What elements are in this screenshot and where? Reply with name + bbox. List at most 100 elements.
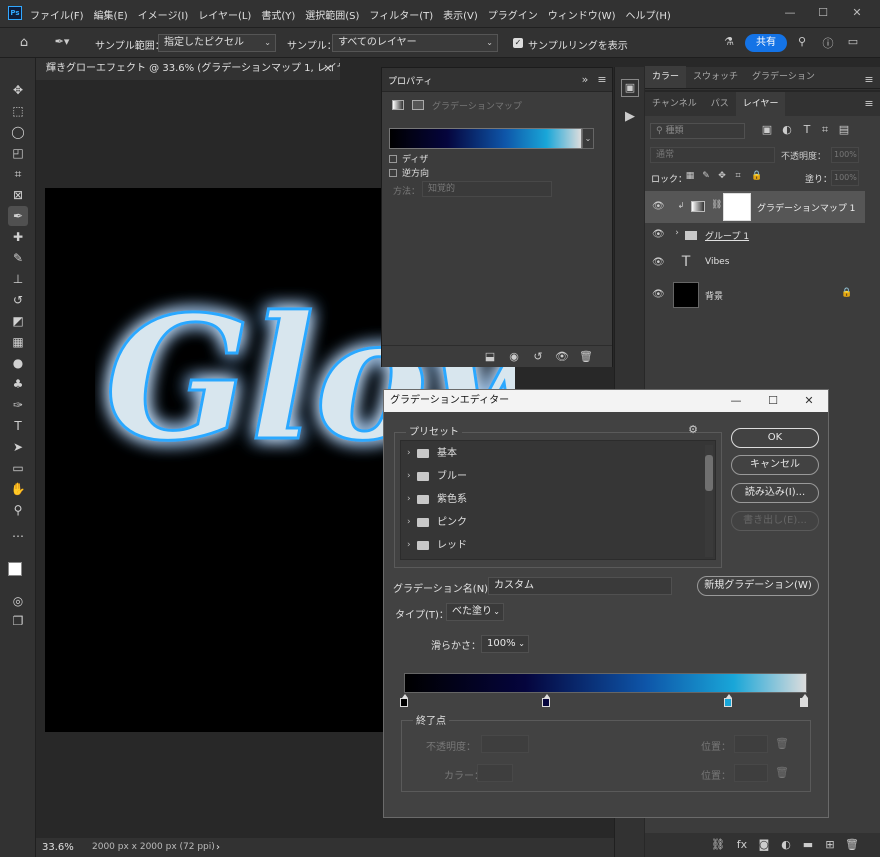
gradient-bar[interactable] [404,673,807,693]
maximize-icon[interactable]: ☐ [808,4,838,22]
gear-icon[interactable]: ⚙ [686,423,700,436]
delete-stop-icon[interactable]: 🗑 [775,737,789,750]
opacity-field[interactable]: 100% [831,147,859,163]
close-tab-icon[interactable]: ✕ [322,62,334,75]
filter-pixel-icon[interactable]: ▣ [761,123,773,136]
eye-icon[interactable]: 👁 [652,289,665,301]
menu-image[interactable]: イメージ(I) [138,7,189,22]
history-brush-icon[interactable]: ↺ [8,290,28,310]
new-group-icon[interactable]: ▬ [801,838,815,851]
dodge-tool-icon[interactable]: ♣ [8,374,28,394]
stamp-tool-icon[interactable]: ⊥ [8,269,28,289]
close-icon[interactable]: ✕ [802,390,816,412]
type-select[interactable]: べた塗り ⌄ [446,603,504,621]
zoom-level[interactable]: 33.6% [42,838,74,857]
hand-tool-icon[interactable]: ✋ [8,479,28,499]
eye-icon[interactable]: 👁 [652,201,665,213]
healing-tool-icon[interactable]: ✚ [8,227,28,247]
chevron-right-icon[interactable]: › [673,228,681,238]
stop-color-swatch[interactable] [477,764,513,782]
share-button[interactable]: 共有 [745,34,787,52]
move-tool-icon[interactable]: ✥ [8,80,28,100]
layer-row[interactable]: 👁 T Vibes [645,247,865,279]
collapse-icon[interactable]: » [579,73,591,86]
chevron-right-icon[interactable]: › [407,511,411,534]
tab-color[interactable]: カラー [645,66,687,88]
workspace-icon[interactable]: ▭ [845,35,861,48]
lock-position-icon[interactable]: ✥ [717,171,727,181]
brush-tool-icon[interactable]: ✎ [8,248,28,268]
preset-folder[interactable]: › 紫色系 [401,488,701,511]
ok-button[interactable]: OK [731,428,819,448]
chevron-right-icon[interactable]: › [407,534,411,557]
tab-swatches[interactable]: スウォッチ [686,66,745,88]
export-button[interactable]: 書き出し(E)... [731,511,819,531]
link-icon[interactable]: ⛓ [711,200,722,210]
load-button[interactable]: 読み込み(I)... [731,483,819,503]
link-layers-icon[interactable]: ⛓ [711,838,725,851]
eyedropper-tool-icon[interactable]: ✒ [8,206,28,226]
home-icon[interactable]: ⌂ [16,35,32,50]
menu-window[interactable]: ウィンドウ(W) [548,7,616,22]
blur-tool-icon[interactable]: ● [8,353,28,373]
delete-icon[interactable]: 🗑 [578,350,594,363]
stop-opacity-field[interactable] [481,735,529,753]
layer-row[interactable]: 👁 背景 🔒 [645,279,865,311]
search-icon[interactable]: ⚲ [795,35,809,48]
eyedropper-preset-icon[interactable]: ✒▾ [50,35,74,48]
screen-mode-icon[interactable]: ❐ [8,611,28,631]
object-select-tool-icon[interactable]: ◰ [8,143,28,163]
gradient-tool-icon[interactable]: ▦ [8,332,28,352]
color-stop-black[interactable] [400,694,408,707]
delete-color-stop-icon[interactable]: 🗑 [775,766,789,779]
preset-folder[interactable]: › ブルー [401,465,701,488]
method-select[interactable]: 知覚的 [422,181,552,197]
histogram-icon[interactable]: ▣ [621,79,639,97]
lasso-tool-icon[interactable]: ◯ [8,122,28,142]
mask-icon[interactable] [412,100,424,110]
eraser-tool-icon[interactable]: ◩ [8,311,28,331]
tab-channels[interactable]: チャンネル [645,92,704,116]
filter-type-icon[interactable]: T [801,123,813,136]
menu-layer[interactable]: レイヤー(L) [198,7,251,22]
cancel-button[interactable]: キャンセル [731,455,819,475]
new-gradient-button[interactable]: 新規グラデーション(W) [697,576,819,596]
menu-type[interactable]: 書式(Y) [261,7,295,22]
pen-tool-icon[interactable]: ✑ [8,395,28,415]
marquee-tool-icon[interactable]: ⬚ [8,101,28,121]
color-stop-white[interactable] [800,694,808,707]
eye-icon[interactable]: 👁 [652,229,665,241]
fill-field[interactable]: 100% [831,170,859,186]
quick-mask-icon[interactable]: ◎ [8,591,28,611]
tab-layers[interactable]: レイヤー [735,92,786,116]
lock-transparent-icon[interactable]: ▦ [685,171,695,181]
sample-range-select[interactable]: 指定したピクセル ⌄ [158,34,276,52]
adjustment-layer-icon[interactable]: ◐ [779,838,793,851]
preset-folder[interactable]: › ピンク [401,511,701,534]
color-stop-navy[interactable] [542,694,550,707]
sample-ring-checkbox[interactable]: ✓ [513,38,523,48]
maximize-icon[interactable]: ☐ [766,390,780,412]
more-tools-icon[interactable]: … [8,523,28,543]
filter-shape-icon[interactable]: ⌗ [819,123,831,137]
zoom-tool-icon[interactable]: ⚲ [8,500,28,520]
reset-icon[interactable]: ↺ [530,350,546,363]
rectangle-tool-icon[interactable]: ▭ [8,458,28,478]
reverse-checkbox[interactable] [389,169,397,177]
new-layer-icon[interactable]: ⊞ [823,838,837,851]
scroll-thumb[interactable] [705,455,713,491]
layer-row[interactable]: 👁 › グループ 1 [645,224,865,246]
menu-edit[interactable]: 編集(E) [94,7,128,22]
layer-name[interactable]: Vibes [705,257,729,267]
layer-name[interactable]: グループ 1 [705,229,749,242]
delete-layer-icon[interactable]: 🗑 [845,838,859,851]
lock-all-icon[interactable]: 🔒 [751,171,762,181]
menu-plugins[interactable]: プラグイン [488,7,538,22]
document-tab[interactable]: 輝きグローエフェクト @ 33.6% (グラデーションマップ 1, レイヤーマス… [36,58,340,80]
stop-position-field[interactable] [734,735,768,753]
layer-mask-thumbnail[interactable] [723,193,751,221]
tab-paths[interactable]: パス [704,92,736,116]
minimize-icon[interactable]: — [775,4,805,22]
dither-checkbox[interactable] [389,155,397,163]
panel-menu-icon[interactable]: ≡ [863,97,875,110]
